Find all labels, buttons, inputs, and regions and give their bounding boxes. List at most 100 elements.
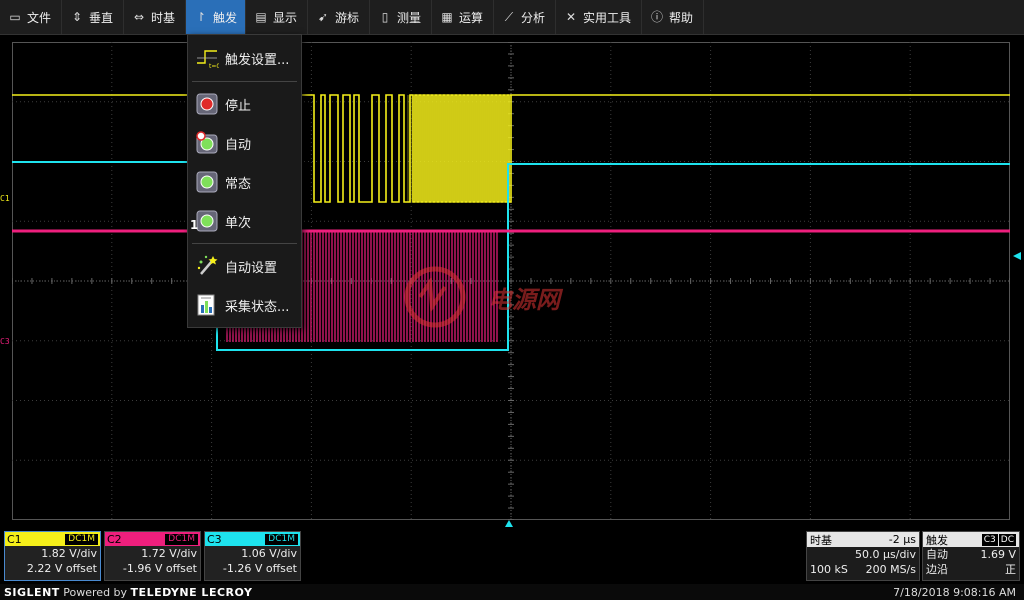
timebase-label: 时基 bbox=[810, 533, 832, 547]
channel-vdiv: 1.72 V/div bbox=[141, 547, 197, 560]
channel-3-header: C3 DC1M bbox=[205, 532, 300, 546]
channel-vdiv: 1.82 V/div bbox=[41, 547, 97, 560]
help-icon: ⓘ bbox=[650, 10, 663, 24]
trigger-source-badge: C3 bbox=[981, 533, 998, 546]
menu-item-label: 自动 bbox=[225, 137, 252, 153]
single-icon bbox=[195, 209, 219, 233]
menu-measure[interactable]: ▯ 测量 bbox=[370, 0, 432, 34]
menu-trigger-label: 触发 bbox=[212, 10, 237, 25]
menu-tools-label: 实用工具 bbox=[583, 10, 632, 25]
measure-icon: ▯ bbox=[381, 10, 389, 24]
c1-level-marker[interactable]: C1 bbox=[0, 194, 10, 203]
channel-3-info[interactable]: C3 DC1M 1.06 V/div -1.26 V offset bbox=[204, 531, 301, 581]
menu-item-single[interactable]: 单次 bbox=[188, 203, 301, 239]
acquisition-status-icon bbox=[195, 293, 219, 317]
menu-item-auto-setup[interactable]: 自动设置 bbox=[188, 248, 301, 284]
dropdown-channel-indicator: 1 bbox=[190, 218, 199, 232]
menu-math-label: 运算 bbox=[459, 10, 484, 25]
menu-file-label: 文件 bbox=[27, 10, 52, 25]
powered-by: Powered by bbox=[63, 585, 128, 599]
menu-cursor-label: 游标 bbox=[335, 10, 360, 25]
normal-icon bbox=[195, 170, 219, 194]
menu-item-label: 常态 bbox=[225, 176, 252, 192]
auto-setup-icon bbox=[195, 254, 219, 278]
auto-icon bbox=[195, 131, 219, 155]
partner-name: TELEDYNE LECROY bbox=[130, 585, 253, 599]
channel-name: C1 bbox=[7, 532, 22, 546]
channel-name: C3 bbox=[207, 532, 222, 546]
trigger-info[interactable]: 触发 C3 DC 自动 1.69 V 边沿 正 bbox=[922, 531, 1020, 581]
waveform-c1 bbox=[12, 94, 1010, 203]
trigger-dropdown-menu: t=0 触发设置... 停止 自动 常态 单次 自动设置 采集状态... bbox=[187, 34, 302, 328]
menu-trigger[interactable]: ↾ 触发 bbox=[186, 0, 246, 34]
timebase-tdiv: 50.0 µs/div bbox=[855, 548, 916, 561]
c3-level-marker[interactable]: C3 bbox=[0, 337, 10, 346]
channel-2-info[interactable]: C2 DC1M 1.72 V/div -1.96 V offset bbox=[104, 531, 201, 581]
menu-item-stop[interactable]: 停止 bbox=[188, 86, 301, 122]
brand-logo: SIGLENT Powered by TELEDYNE LECROY bbox=[0, 586, 252, 599]
menu-item-label: 采集状态... bbox=[225, 299, 290, 315]
folder-icon: ▭ bbox=[9, 10, 21, 24]
coupling-badge: DC1M bbox=[65, 533, 98, 545]
datetime: 7/18/2018 9:08:16 AM bbox=[893, 585, 1016, 599]
horizontal-arrows-icon: ⇔ bbox=[133, 10, 145, 24]
menu-item-label: 单次 bbox=[225, 215, 252, 231]
trigger-level-marker[interactable] bbox=[1013, 252, 1021, 260]
menu-display-label: 显示 bbox=[273, 10, 298, 25]
trigger-label: 触发 bbox=[926, 533, 948, 547]
trigger-setup-icon: t=0 bbox=[195, 46, 219, 70]
timebase-info[interactable]: 时基 -2 µs 50.0 µs/div 100 kS 200 MS/s bbox=[806, 531, 920, 581]
channel-name: C2 bbox=[107, 532, 122, 546]
math-icon: ▦ bbox=[441, 10, 453, 24]
channel-offset: -1.26 V offset bbox=[222, 562, 297, 575]
trigger-position-marker[interactable] bbox=[505, 520, 513, 527]
watermark: 电源网 bbox=[390, 262, 640, 332]
menu-item-label: 自动设置 bbox=[225, 260, 278, 276]
vertical-arrows-icon: ⇕ bbox=[71, 10, 83, 24]
timebase-points: 100 kS bbox=[810, 563, 848, 576]
channel-vdiv: 1.06 V/div bbox=[241, 547, 297, 560]
footer-bar: SIGLENT Powered by TELEDYNE LECROY 7/18/… bbox=[0, 584, 1024, 600]
trigger-type: 边沿 bbox=[926, 563, 948, 576]
menu-analysis-label: 分析 bbox=[521, 10, 546, 25]
menu-cursor[interactable]: ➹ 游标 bbox=[308, 0, 370, 34]
menu-math[interactable]: ▦ 运算 bbox=[432, 0, 494, 34]
trigger-level: 1.69 V bbox=[980, 548, 1016, 561]
menu-item-label: 停止 bbox=[225, 98, 252, 114]
menu-bar: ▭ 文件 ⇕ 垂直 ⇔ 时基 ↾ 触发 ▤ 显示 ➹ 游标 ▯ 测量 ▦ 运算 … bbox=[0, 0, 1024, 35]
channel-1-header: C1 DC1M bbox=[5, 532, 100, 546]
cursor-icon: ➹ bbox=[317, 10, 329, 24]
menu-file[interactable]: ▭ 文件 bbox=[0, 0, 62, 34]
menu-item-label: 触发设置... bbox=[225, 52, 290, 68]
stop-icon bbox=[195, 92, 219, 116]
menu-tools[interactable]: ✕ 实用工具 bbox=[556, 0, 642, 34]
display-icon: ▤ bbox=[255, 10, 267, 24]
trigger-mode: 自动 bbox=[926, 548, 948, 561]
tools-icon: ✕ bbox=[565, 10, 577, 24]
menu-item-trigger-setup[interactable]: t=0 触发设置... bbox=[188, 40, 301, 76]
brand-name: SIGLENT bbox=[4, 585, 60, 599]
menu-item-auto[interactable]: 自动 bbox=[188, 125, 301, 161]
timebase-delay: -2 µs bbox=[888, 533, 916, 546]
menu-measure-label: 测量 bbox=[397, 10, 422, 25]
menu-item-acquisition-status[interactable]: 采集状态... bbox=[188, 287, 301, 323]
channel-offset: 2.22 V offset bbox=[26, 562, 97, 575]
channel-1-info[interactable]: C1 DC1M 1.82 V/div 2.22 V offset bbox=[4, 531, 101, 581]
coupling-badge: DC1M bbox=[265, 533, 298, 545]
svg-text:t=0: t=0 bbox=[209, 63, 219, 70]
watermark-logo-icon bbox=[404, 266, 466, 328]
watermark-text: 电源网 bbox=[488, 286, 560, 314]
menu-help-label: 帮助 bbox=[669, 10, 694, 25]
menu-timebase-label: 时基 bbox=[151, 10, 176, 25]
menu-display[interactable]: ▤ 显示 bbox=[246, 0, 308, 34]
trigger-coupling-badge: DC bbox=[998, 533, 1016, 546]
menu-vertical[interactable]: ⇕ 垂直 bbox=[62, 0, 124, 34]
channel-2-header: C2 DC1M bbox=[105, 532, 200, 546]
menu-analysis[interactable]: ⟋ 分析 bbox=[494, 0, 556, 34]
menu-item-normal[interactable]: 常态 bbox=[188, 164, 301, 200]
trigger-slope: 正 bbox=[1005, 563, 1016, 576]
menu-help[interactable]: ⓘ 帮助 bbox=[642, 0, 704, 34]
menu-vertical-label: 垂直 bbox=[89, 10, 114, 25]
trigger-edge-icon: ↾ bbox=[195, 10, 207, 24]
menu-timebase[interactable]: ⇔ 时基 bbox=[124, 0, 186, 34]
